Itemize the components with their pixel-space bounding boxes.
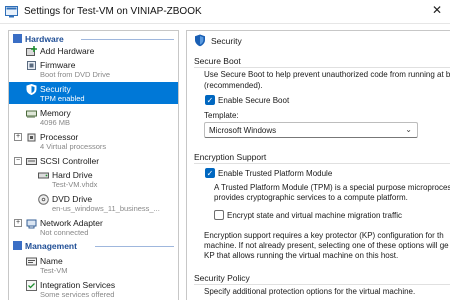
encrypt-traffic-checkbox-label[interactable]: Encrypt state and virtual machine migrat… [227, 211, 402, 220]
sidebar-item-processor[interactable]: + Processor 4 Virtual processors [9, 130, 178, 152]
tpm-description-line2: provides cryptographic services to a com… [214, 193, 408, 202]
template-dropdown-value: Microsoft Windows [209, 126, 277, 135]
hard-drive-icon [38, 172, 49, 179]
template-dropdown[interactable]: Microsoft Windows ⌄ [204, 122, 418, 138]
sidebar-item-integration-services[interactable]: Integration Services Some services offer… [9, 278, 178, 300]
name-tag-icon [26, 257, 37, 266]
sidebar-item-firmware[interactable]: Firmware Boot from DVD Drive [9, 58, 178, 80]
add-hardware-icon [26, 46, 37, 56]
shield-icon [26, 84, 37, 95]
encryption-support-note-line2: machine. If not already present, selecti… [204, 241, 449, 250]
settings-window-icon [5, 6, 18, 18]
firmware-icon [27, 61, 36, 70]
encryption-support-note-line3: KP that allows running the virtual machi… [204, 251, 399, 260]
security-policy-heading: Security Policy [194, 273, 250, 283]
sidebar-item-security[interactable]: Security TPM enabled [9, 82, 178, 104]
chevron-down-icon: ⌄ [405, 125, 412, 134]
secure-boot-checkbox-label[interactable]: Enable Secure Boot [218, 96, 289, 105]
tpm-description-line1: A Trusted Platform Module (TPM) is a spe… [214, 183, 450, 192]
controller-icon [26, 158, 37, 165]
encryption-support-heading: Encryption Support [194, 152, 267, 162]
panel-header: Security [187, 31, 450, 51]
secure-boot-checkbox[interactable]: ✓ [205, 95, 215, 105]
integration-services-icon [26, 280, 37, 291]
sidebar-item-name[interactable]: Name Test-VM [9, 254, 178, 276]
dvd-icon [38, 194, 49, 205]
collapse-icon[interactable] [13, 241, 22, 250]
window-title: Settings for Test-VM on VINIAP-ZBOOK [24, 6, 202, 17]
template-label: Template: [204, 111, 239, 120]
secure-boot-description-line1: Use Secure Boot to help prevent unauthor… [204, 70, 450, 79]
processor-icon [27, 133, 36, 142]
sidebar-item-dvd-drive[interactable]: DVD Drive en-us_windows_11_business_... [9, 192, 178, 214]
sidebar-item-memory[interactable]: Memory 4096 MB [9, 106, 178, 128]
collapse-icon[interactable]: − [14, 157, 22, 165]
tpm-checkbox-label[interactable]: Enable Trusted Platform Module [218, 169, 332, 178]
tpm-checkbox[interactable]: ✓ [205, 168, 215, 178]
collapse-icon[interactable] [13, 34, 22, 43]
settings-tree: Hardware Add Hardware Firmware Boot from… [8, 30, 179, 300]
encryption-support-note-line1: Encryption support requires a key protec… [204, 231, 444, 240]
close-button[interactable]: ✕ [424, 0, 450, 20]
memory-icon [26, 110, 37, 118]
encrypt-traffic-checkbox[interactable] [214, 210, 224, 220]
expand-icon[interactable]: + [14, 133, 22, 141]
security-policy-description: Specify additional protection options fo… [204, 287, 416, 296]
sidebar-item-hard-drive[interactable]: Hard Drive Test-VM.vhdx [9, 168, 178, 190]
title-bar: Settings for Test-VM on VINIAP-ZBOOK ✕ [0, 0, 450, 24]
close-icon: ✕ [431, 3, 443, 17]
network-adapter-icon [26, 219, 37, 229]
shield-icon [195, 34, 205, 47]
secure-boot-heading: Secure Boot [194, 56, 241, 66]
sidebar-item-network-adapter[interactable]: + Network Adapter Not connected [9, 216, 178, 238]
expand-icon[interactable]: + [14, 219, 22, 227]
panel-title: Security [211, 36, 242, 46]
security-settings-panel: Security Secure Boot Use Secure Boot to … [186, 30, 450, 300]
management-section-header: Management [9, 240, 178, 253]
secure-boot-description-line2: (recommended). [204, 81, 263, 90]
